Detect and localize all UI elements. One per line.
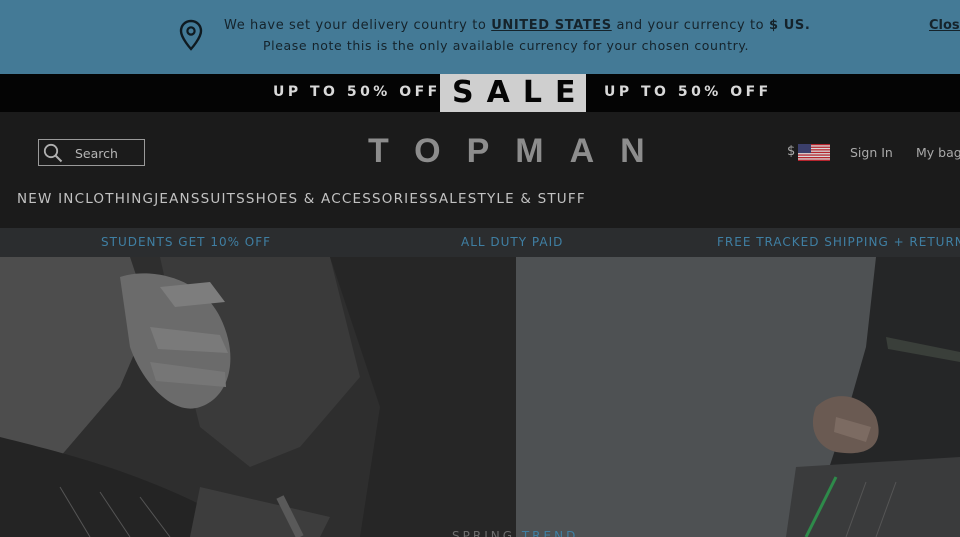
- nav-item-new-in[interactable]: NEW IN: [17, 191, 75, 207]
- usp-duty[interactable]: ALL DUTY PAID: [461, 235, 563, 249]
- currency-symbol[interactable]: $: [787, 144, 795, 159]
- sign-in-link[interactable]: Sign In: [850, 145, 893, 160]
- topman-logo[interactable]: TOPMAN: [368, 132, 671, 171]
- sale-label[interactable]: SALE: [440, 74, 586, 112]
- site-header: TOPMAN $ Sign In My bag NEW IN CLOTHING …: [0, 112, 960, 228]
- nav-item-sale[interactable]: SALE: [429, 191, 468, 207]
- notice-text-before: We have set your delivery country to: [224, 18, 487, 33]
- nav-item-shoes-accessories[interactable]: SHOES & ACCESSORIES: [246, 191, 429, 207]
- nav-item-suits[interactable]: SUITS: [201, 191, 246, 207]
- hero-photo-right: [516, 257, 960, 537]
- search-input[interactable]: [75, 144, 141, 162]
- sale-promo-right: UP TO 50% OFF: [604, 84, 772, 100]
- hero-image-right[interactable]: [516, 257, 960, 537]
- sale-promo-left: UP TO 50% OFF: [273, 84, 441, 100]
- search-box[interactable]: [38, 139, 145, 166]
- hero-photo-left: [0, 257, 516, 537]
- notice-line-2: Please note this is the only available c…: [263, 38, 750, 53]
- main-nav: NEW IN CLOTHING JEANS SUITS SHOES & ACCE…: [17, 191, 586, 207]
- location-pin-icon: [179, 19, 203, 51]
- country-link[interactable]: UNITED STATES: [491, 18, 612, 33]
- usp-shipping[interactable]: FREE TRACKED SHIPPING + RETURNS: [717, 235, 960, 249]
- us-flag-icon[interactable]: [798, 144, 830, 161]
- hero-banner[interactable]: SPRING TREND: [0, 257, 960, 537]
- hero-caption-word2: TREND: [521, 529, 579, 537]
- hero-image-left[interactable]: [0, 257, 516, 537]
- notice-line-1: We have set your delivery country to UNI…: [224, 18, 810, 33]
- nav-item-clothing[interactable]: CLOTHING: [75, 191, 155, 207]
- close-notice-button[interactable]: Close: [929, 18, 960, 33]
- nav-item-style-stuff[interactable]: STYLE & STUFF: [468, 191, 586, 207]
- usp-strip: STUDENTS GET 10% OFF ALL DUTY PAID FREE …: [0, 228, 960, 257]
- my-bag-link[interactable]: My bag: [916, 145, 960, 160]
- hero-caption-word1: SPRING: [452, 529, 516, 537]
- notice-currency: $ US.: [768, 18, 811, 33]
- hero-caption: SPRING TREND: [452, 529, 578, 537]
- search-icon[interactable]: [43, 143, 63, 163]
- nav-item-jeans[interactable]: JEANS: [154, 191, 200, 207]
- sale-banner[interactable]: UP TO 50% OFF SALE UP TO 50% OFF: [0, 74, 960, 112]
- delivery-notice: We have set your delivery country to UNI…: [0, 0, 960, 74]
- usp-students[interactable]: STUDENTS GET 10% OFF: [101, 235, 271, 249]
- notice-text-middle: and your currency to: [616, 18, 765, 33]
